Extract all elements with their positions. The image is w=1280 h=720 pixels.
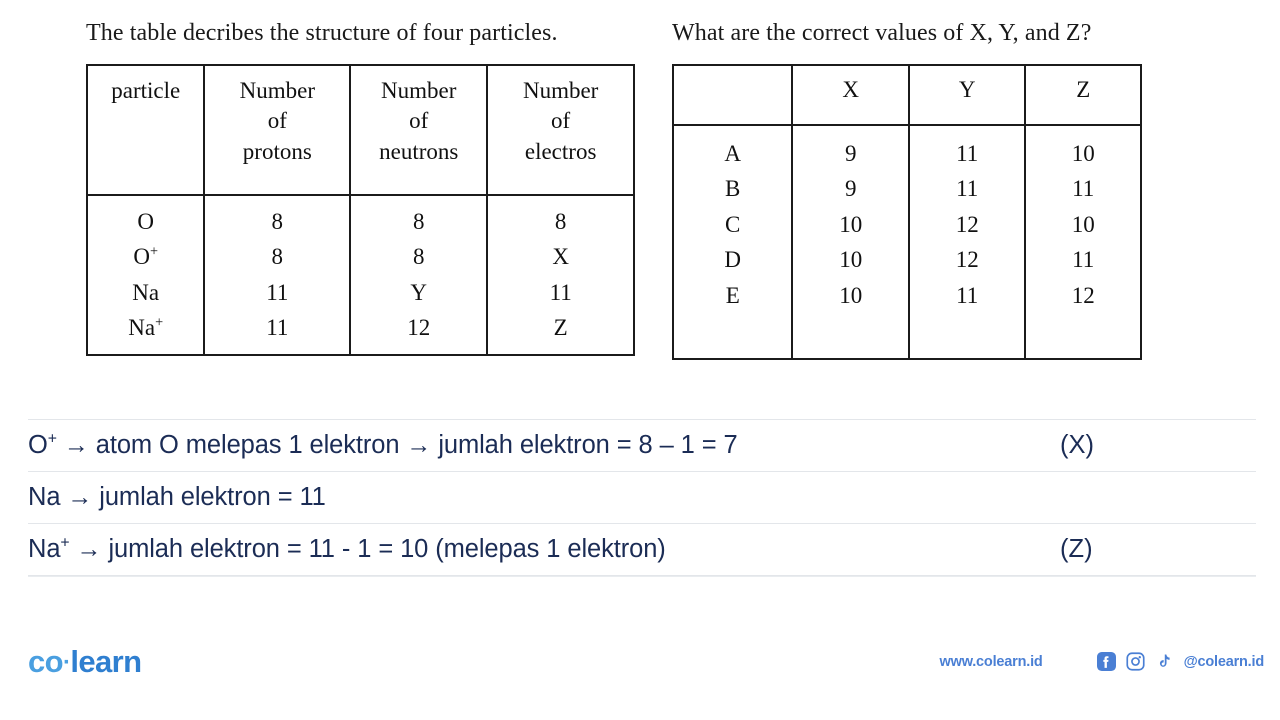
cell-protons-1: 8 [271,244,284,270]
cell-protons-0: 8 [271,208,284,234]
arrow-icon: → [406,431,432,459]
header-electros-line-1: Number [522,77,599,103]
right-question-column: What are the correct values of X, Y, and… [671,18,1158,360]
page-footer: co·learn www.colearn.id @colearn.id [0,616,1280,720]
cell-x-2: 10 [839,211,863,237]
cell-neutrons-1: 8 [412,244,425,270]
cell-electrons-2: 11 [549,279,572,305]
cell-x-3: 10 [839,247,863,273]
website-url[interactable]: www.colearn.id [940,654,1043,670]
cell-electrons-1: X [552,244,569,270]
cell-x-0: 9 [844,140,857,166]
instagram-icon[interactable] [1125,652,1145,671]
header-electros-line-3: electros [524,138,597,164]
cell-particle-1: O+ [133,243,159,270]
right-prompt-text: What are the correct values of X, Y, and… [672,20,1092,46]
header-protons-line-3: protons [242,138,312,164]
cell-z-4: 12 [1071,282,1095,308]
header-z: Z [1024,63,1142,126]
header-particle-line-1: particle [111,77,181,103]
column-protons-values: 8 8 11 11 [203,193,352,356]
table-header-row: particle Number of protons Number of neu… [85,63,635,196]
question-area: The table decribes the structure of four… [0,0,1280,400]
solution-line-1-tag: (X) [1060,431,1094,459]
cell-protons-2: 11 [266,279,289,305]
header-neutrons-line-1: Number [381,77,457,103]
cell-particle-3: Na+ [128,314,164,341]
header-option-blank [671,63,794,126]
particle-structure-table: particle Number of protons Number of neu… [85,63,635,356]
column-y-values: 11 11 12 12 11 [907,123,1027,360]
header-number-of-neutrons: Number of neutrons [349,63,489,196]
header-particle: particle [85,63,206,196]
cell-z-2: 10 [1071,211,1095,237]
left-prompt-text: The table decribes the structure of four… [86,20,558,46]
logo-learn-text: learn [70,644,142,679]
column-electrons-values: 8 X 11 Z [486,193,635,356]
column-z-values: 10 11 10 11 12 [1024,123,1142,360]
cell-neutrons-2: Y [410,279,428,305]
colearn-logo: co·learn [28,644,142,680]
cell-neutrons-3: 12 [407,315,431,341]
cell-y-2: 12 [955,211,979,237]
footer-links: www.colearn.id @colearn.id [940,652,1264,671]
header-number-of-protons: Number of protons [203,63,352,196]
cell-option-2: C [725,211,741,237]
options-body-row: A B C D E 9 9 10 10 10 11 11 12 12 11 10… [671,123,1142,360]
cell-y-1: 11 [956,176,979,202]
column-x-values: 9 9 10 10 10 [791,123,910,360]
cell-z-3: 11 [1072,247,1095,273]
table-body-row: O O+ Na Na+ 8 8 11 11 8 8 Y 12 8 X 11 Z [85,193,635,356]
header-number-of-electros: Number of electros [486,63,635,196]
cell-option-1: B [725,176,741,202]
solution-line-3: Na+ → jumlah elektron = 11 - 1 = 10 (mel… [28,523,1256,576]
social-handle[interactable]: @colearn.id [1184,654,1265,670]
column-particle-values: O O+ Na Na+ [85,193,206,356]
cell-y-4: 11 [956,282,979,308]
cell-protons-3: 11 [266,315,289,341]
cell-y-3: 12 [955,247,979,273]
cell-option-0: A [724,140,742,166]
cell-particle-0: O [137,208,155,234]
header-protons-line-1: Number [239,77,315,103]
cell-neutrons-0: 8 [412,208,425,234]
solution-line-2: Na → jumlah elektron = 11 [28,471,1256,523]
cell-z-1: 11 [1072,176,1095,202]
solution-line-2-text: Na → jumlah elektron = 11 [28,483,326,511]
solution-line-1-text: O+ → atom O melepas 1 elektron → jumlah … [28,430,738,459]
cell-electrons-0: 8 [554,208,567,234]
header-neutrons-line-2: of [409,108,429,134]
solution-line-3-text: Na+ → jumlah elektron = 11 - 1 = 10 (mel… [28,534,666,563]
cell-z-0: 10 [1071,140,1095,166]
cell-y-0: 11 [956,140,979,166]
tiktok-icon[interactable] [1155,652,1172,671]
header-neutrons-line-3: neutrons [379,138,459,164]
header-x: X [791,63,910,126]
solution-line-3-tag: (Z) [1060,535,1093,563]
cell-particle-2: Na [132,279,160,305]
cell-x-1: 9 [844,176,857,202]
header-electros-line-2: of [551,108,571,134]
logo-co-text: co [28,644,64,679]
cell-x-4: 10 [839,282,863,308]
column-option-labels: A B C D E [671,123,794,360]
solution-line-1: O+ → atom O melepas 1 elektron → jumlah … [28,419,1256,471]
arrow-icon: → [67,483,93,511]
cell-option-3: D [724,247,742,273]
solution-steps: O+ → atom O melepas 1 elektron → jumlah … [28,419,1256,623]
arrow-icon: → [76,535,102,563]
header-y: Y [907,63,1027,126]
cell-electrons-3: Z [553,315,568,341]
column-neutrons-values: 8 8 Y 12 [349,193,489,356]
cell-option-4: E [725,282,740,308]
facebook-icon[interactable] [1096,652,1116,671]
arrow-icon: → [63,431,89,459]
options-header-row: X Y Z [671,63,1142,126]
left-question-column: The table decribes the structure of four… [85,18,656,356]
header-protons-line-2: of [267,108,287,134]
answer-options-table: X Y Z A B C D E 9 9 10 10 10 11 11 12 12… [671,63,1142,360]
